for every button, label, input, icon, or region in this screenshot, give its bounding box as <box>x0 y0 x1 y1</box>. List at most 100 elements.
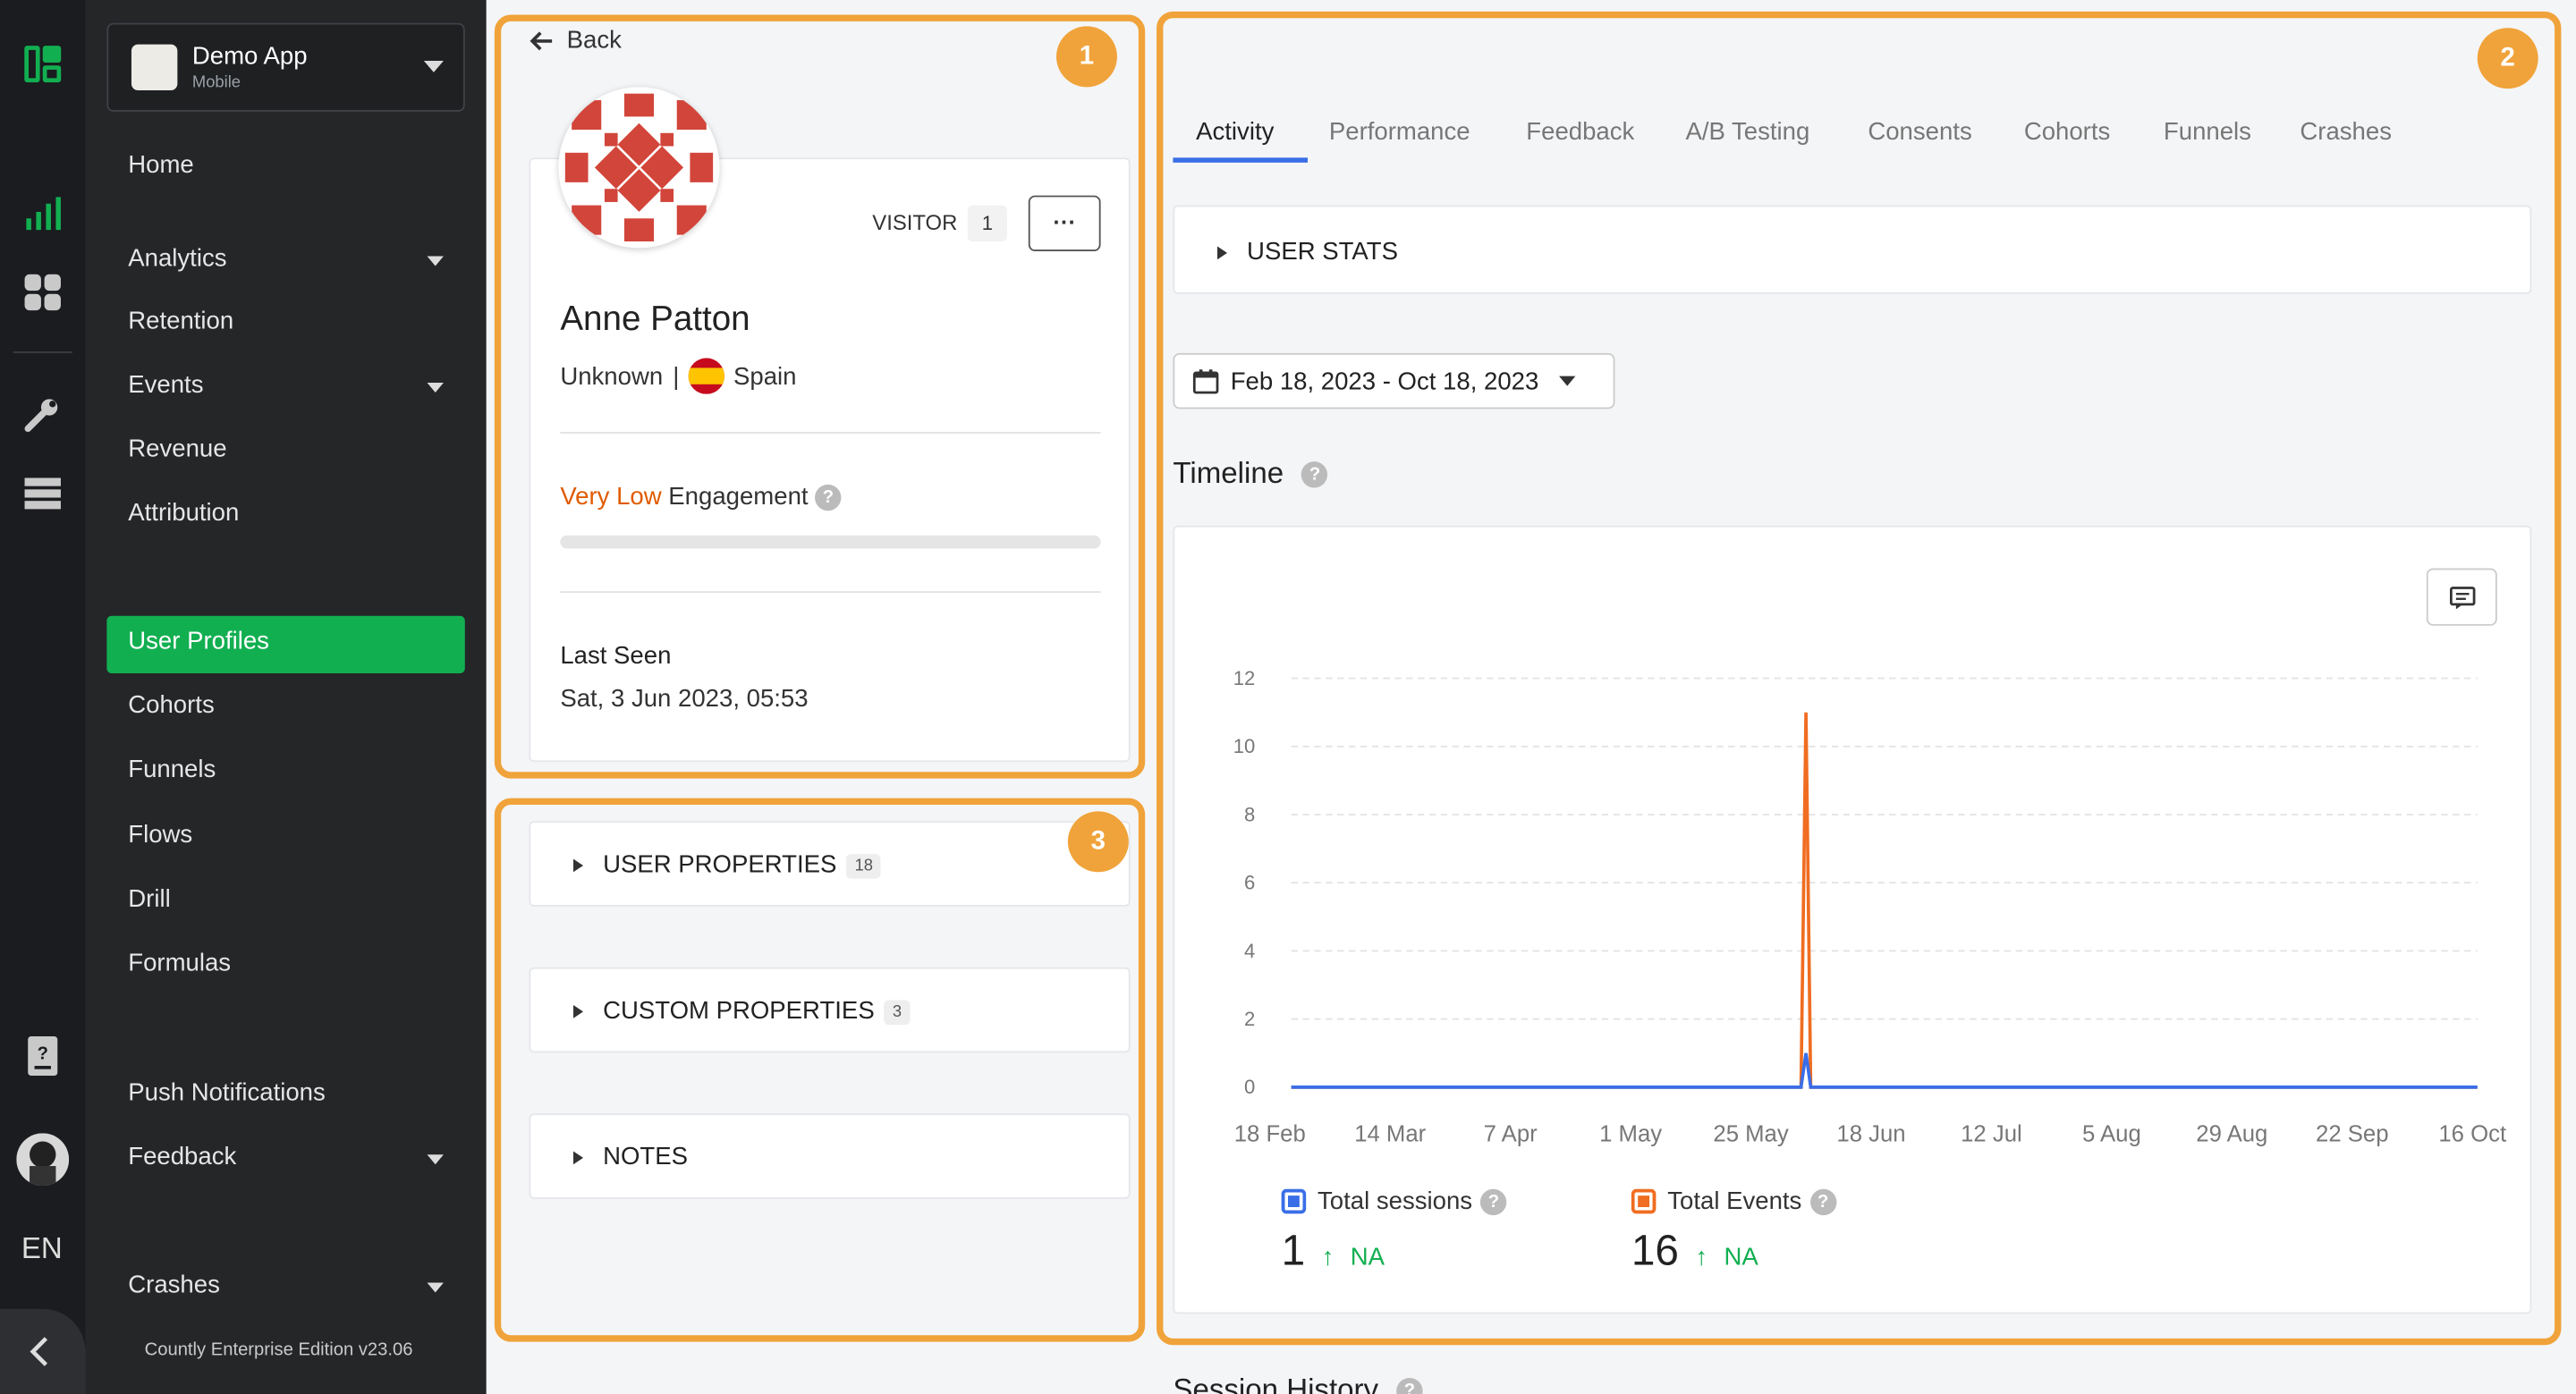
analytics-chart-icon[interactable] <box>23 194 63 233</box>
app-logo-icon <box>131 44 178 91</box>
chevron-down-icon <box>1558 376 1575 386</box>
timeline-chart: 0 2 4 6 8 10 12 18 Feb 14 Mar 7 Apr 1 May 25 May 18 … <box>1233 667 2506 1147</box>
caret-right-icon <box>1216 246 1228 260</box>
divider <box>560 432 1101 434</box>
sidebar-item-funnels[interactable]: Funnels <box>128 756 216 783</box>
sidebar-item-attribution[interactable]: Attribution <box>128 499 239 527</box>
countly-logo-icon[interactable] <box>23 45 63 84</box>
arrow-up-icon: ↑ <box>1695 1243 1708 1271</box>
calendar-icon <box>1192 369 1219 394</box>
more-options-button[interactable]: ··· <box>1028 195 1101 252</box>
documentation-icon[interactable]: ? <box>23 1035 63 1077</box>
divider <box>560 591 1101 594</box>
y-tick-label: 10 <box>1233 735 1256 757</box>
tab-funnels[interactable]: Funnels <box>2164 118 2251 146</box>
series-line-total-sessions <box>1291 1052 2478 1089</box>
sidebar-item-crashes[interactable]: Crashes <box>128 1271 220 1299</box>
sessions-checkbox[interactable] <box>1281 1188 1307 1214</box>
tab-cohorts[interactable]: Cohorts <box>2024 118 2110 146</box>
tab-performance[interactable]: Performance <box>1329 118 1470 146</box>
help-icon[interactable]: ? <box>1480 1187 1507 1215</box>
legend-events[interactable]: Total Events ? <box>1631 1187 1836 1215</box>
sessions-value: 1 <box>1281 1225 1306 1275</box>
rail-divider <box>13 351 72 353</box>
visitor-type-label: VISITOR <box>872 210 958 235</box>
legend-sessions-label: Total sessions <box>1318 1187 1473 1216</box>
events-checkbox[interactable] <box>1631 1188 1657 1214</box>
session-history-label: Session History <box>1173 1373 1379 1394</box>
y-tick-label: 2 <box>1244 1008 1255 1030</box>
engagement-level: Very Low <box>560 482 662 511</box>
tab-activity[interactable]: Activity <box>1196 118 1274 146</box>
sidebar-item-formulas[interactable]: Formulas <box>128 950 231 977</box>
sidebar-item-push-notifications[interactable]: Push Notifications <box>128 1079 326 1107</box>
chevron-down-icon[interactable] <box>427 382 444 393</box>
app-selector[interactable]: Demo App Mobile <box>106 22 465 112</box>
chevron-down-icon[interactable] <box>427 1282 444 1293</box>
dashboard-grid-icon[interactable] <box>23 273 63 312</box>
sidebar-item-flows[interactable]: Flows <box>128 821 192 849</box>
sidebar-item-user-profiles[interactable]: User Profiles <box>128 628 269 655</box>
series-line-total-events <box>1291 712 2478 1089</box>
user-stats-label: USER STATS <box>1247 238 1398 266</box>
wrench-icon[interactable] <box>23 396 63 435</box>
sidebar-item-feedback[interactable]: Feedback <box>128 1143 236 1170</box>
y-tick-label: 8 <box>1244 803 1255 825</box>
sessions-stat: 1 ↑ NA <box>1282 1225 1385 1276</box>
sidebar-item-drill[interactable]: Drill <box>128 885 170 913</box>
last-seen-label: Last Seen <box>560 642 672 671</box>
app-platform: Mobile <box>191 73 242 92</box>
collapse-sidebar-button[interactable] <box>0 1308 86 1394</box>
legend-sessions[interactable]: Total sessions ? <box>1281 1187 1507 1216</box>
user-stats-section[interactable]: USER STATS <box>1173 205 2532 294</box>
x-tick-label: 14 Mar <box>1354 1122 1426 1147</box>
events-change: NA <box>1724 1243 1758 1271</box>
help-icon[interactable]: ? <box>1301 461 1328 488</box>
profile-avatar <box>558 87 720 249</box>
sidebar-item-home[interactable]: Home <box>128 151 193 179</box>
tab-feedback[interactable]: Feedback <box>1526 118 1634 146</box>
sidebar-item-cohorts[interactable]: Cohorts <box>128 691 214 719</box>
timeline-title-text: Timeline <box>1173 456 1284 490</box>
arrow-up-icon: ↑ <box>1321 1243 1335 1271</box>
back-label: Back <box>566 26 622 55</box>
help-icon[interactable]: ? <box>1396 1378 1423 1394</box>
sidebar-item-analytics[interactable]: Analytics <box>128 245 226 273</box>
y-tick-label: 6 <box>1244 872 1255 894</box>
chevron-down-icon[interactable] <box>427 256 444 266</box>
profile-country: Spain <box>733 361 797 391</box>
tab-consents[interactable]: Consents <box>1868 118 1971 146</box>
language-label[interactable]: EN <box>21 1232 63 1267</box>
svg-text:?: ? <box>38 1044 48 1064</box>
caret-right-icon <box>573 858 584 873</box>
caret-right-icon <box>573 1151 584 1165</box>
profile-gender: Unknown <box>560 361 664 391</box>
user-avatar[interactable] <box>16 1133 70 1187</box>
x-tick-label: 18 Jun <box>1836 1122 1905 1147</box>
sidebar-item-revenue[interactable]: Revenue <box>128 435 226 463</box>
tab-a-b-testing[interactable]: A/B Testing <box>1685 118 1809 146</box>
annotation-button[interactable] <box>2426 568 2497 626</box>
chevron-down-icon <box>423 60 444 72</box>
x-tick-label: 29 Aug <box>2196 1122 2267 1147</box>
notes-section[interactable]: NOTES <box>529 1113 1131 1199</box>
database-icon[interactable] <box>23 475 63 514</box>
x-tick-label: 1 May <box>1599 1122 1662 1147</box>
engagement-bar <box>560 535 1101 549</box>
chevron-down-icon[interactable] <box>427 1154 444 1165</box>
custom-properties-label: CUSTOM PROPERTIES <box>603 996 875 1026</box>
custom-properties-section[interactable]: CUSTOM PROPERTIES 3 <box>529 967 1131 1053</box>
user-properties-section[interactable]: USER PROPERTIES 18 <box>529 821 1131 907</box>
x-tick-label: 16 Oct <box>2438 1122 2506 1147</box>
sidebar-item-retention[interactable]: Retention <box>128 307 233 334</box>
sidebar-item-events[interactable]: Events <box>128 371 203 399</box>
date-range-picker[interactable]: Feb 18, 2023 - Oct 18, 2023 <box>1173 352 1615 410</box>
help-icon[interactable]: ? <box>815 484 842 511</box>
help-icon[interactable]: ? <box>1809 1187 1836 1215</box>
timeline-title: Timeline ? <box>1173 456 1328 492</box>
custom-properties-count: 3 <box>884 999 911 1025</box>
back-link[interactable]: Back <box>528 26 622 55</box>
y-tick-label: 12 <box>1233 667 1256 689</box>
profile-meta: Unknown | Spain <box>560 358 797 394</box>
tab-crashes[interactable]: Crashes <box>2300 118 2392 146</box>
